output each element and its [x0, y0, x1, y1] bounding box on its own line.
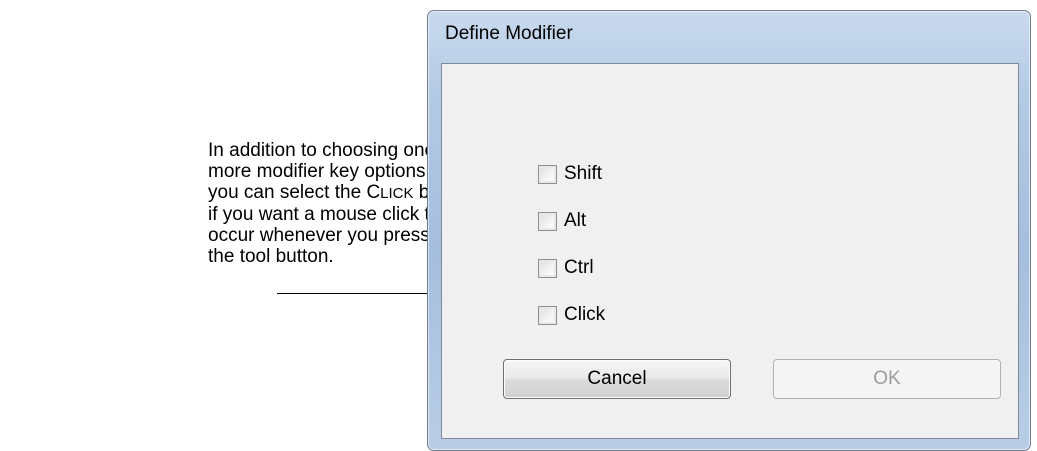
dialog-client-area: Shift Alt Ctrl Click Cancel OK [441, 63, 1019, 439]
checkbox-box[interactable] [538, 164, 557, 184]
define-modifier-dialog: Define Modifier Shift Alt Ctrl Click Can… [427, 10, 1031, 451]
dialog-title: Define Modifier [445, 23, 573, 44]
callout-smallcaps-initial: C [366, 182, 381, 203]
callout-smallcaps-rest: LICK [380, 185, 414, 202]
click-checkbox[interactable]: Click [538, 303, 605, 327]
ctrl-checkbox[interactable]: Ctrl [538, 256, 594, 280]
checkbox-box[interactable] [538, 258, 557, 278]
alt-checkbox[interactable]: Alt [538, 209, 586, 233]
callout-segment: you can select the [208, 182, 367, 203]
checkbox-box[interactable] [538, 305, 557, 325]
ok-button[interactable]: OK [773, 359, 1001, 399]
title-bar[interactable]: Define Modifier [428, 11, 1030, 57]
alt-checkbox-label[interactable]: Alt [564, 210, 586, 232]
click-checkbox-label[interactable]: Click [564, 304, 605, 326]
cancel-button[interactable]: Cancel [503, 359, 731, 399]
ctrl-checkbox-label[interactable]: Ctrl [564, 257, 594, 279]
shift-checkbox-label[interactable]: Shift [564, 163, 602, 185]
checkbox-box[interactable] [538, 211, 557, 231]
shift-checkbox[interactable]: Shift [538, 162, 602, 186]
